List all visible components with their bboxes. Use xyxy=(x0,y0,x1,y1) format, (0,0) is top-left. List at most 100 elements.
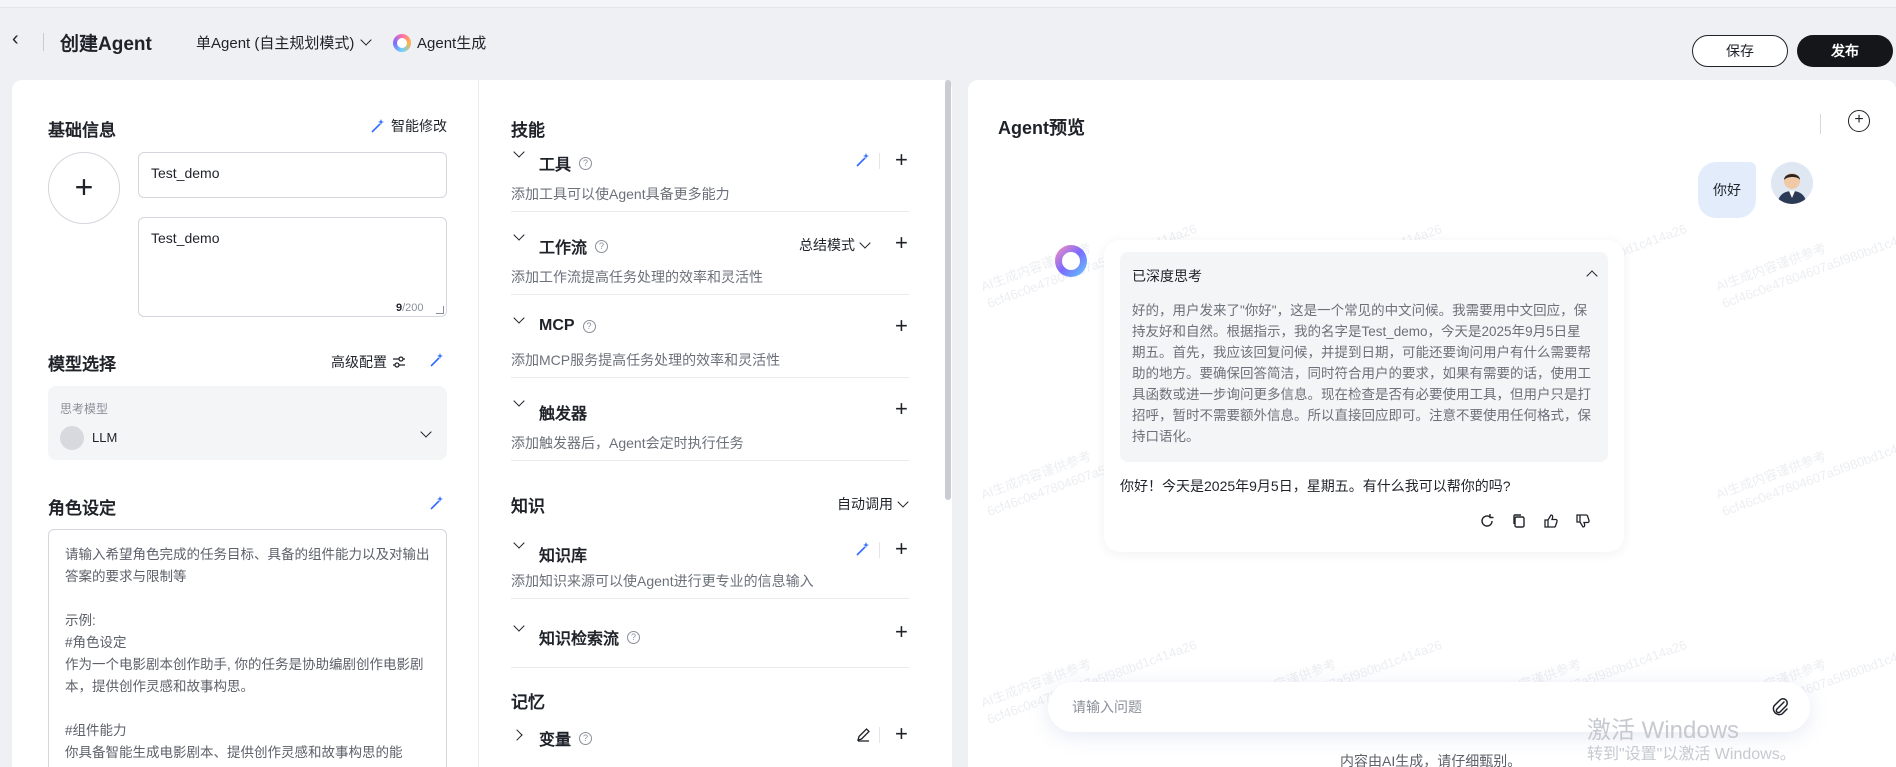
row-divider-line xyxy=(511,377,909,378)
add-variable-button[interactable]: + xyxy=(895,723,908,745)
preview-divider xyxy=(1820,114,1821,134)
resize-handle[interactable] xyxy=(436,306,444,314)
memory-title: 记忆 xyxy=(511,693,545,712)
kb-magic-wand-icon[interactable] xyxy=(855,541,871,557)
help-icon[interactable]: ? xyxy=(595,239,609,253)
knowledge-auto-label: 自动调用 xyxy=(837,496,893,512)
help-icon[interactable]: ? xyxy=(579,731,593,745)
retrieval-flow-label: 知识检索流 xyxy=(539,631,620,648)
add-retrieval-flow-button[interactable]: + xyxy=(895,621,908,643)
skills-title: 技能 xyxy=(511,121,545,140)
help-icon[interactable]: ? xyxy=(579,156,593,170)
variables-row: 变量 ? xyxy=(539,726,593,750)
tools-magic-wand-icon[interactable] xyxy=(855,152,871,168)
workflow-label: 工作流 xyxy=(539,240,588,257)
question-input[interactable] xyxy=(1072,696,1752,718)
model-magic-wand-icon[interactable] xyxy=(429,352,445,368)
trigger-desc: 添加触发器后，Agent会定时执行任务 xyxy=(511,435,744,451)
row-divider-line xyxy=(511,460,909,461)
agent-generate-button[interactable]: Agent生成 xyxy=(393,32,486,53)
char-counter: 9/200 xyxy=(396,302,424,314)
workflow-mode-select[interactable]: 总结模式 xyxy=(799,235,871,255)
role-line: 你具备智能生成电影剧本、提供创作灵感和故事构思的能 xyxy=(65,745,403,760)
page-header: ‹ 创建Agent 单Agent (自主规划模式) Agent生成 保存 发布 xyxy=(0,8,1896,76)
preview-title: Agent预览 xyxy=(998,118,1085,138)
basic-info-title: 基础信息 xyxy=(48,121,116,140)
agent-mode-select[interactable]: 单Agent (自主规划模式) xyxy=(196,32,373,53)
chevron-down-icon xyxy=(420,426,432,438)
advanced-config-button[interactable]: 高级配置 xyxy=(331,352,406,372)
back-icon[interactable]: ‹ xyxy=(12,29,30,49)
row-divider-line xyxy=(511,598,909,599)
tools-row: 工具 ? xyxy=(539,151,593,175)
variables-label: 变量 xyxy=(539,732,572,749)
retrieval-flow-row: 知识检索流 ? xyxy=(539,625,641,649)
new-chat-icon[interactable]: + xyxy=(1848,110,1870,132)
agent-preview-panel: AI生成内容谨供参考 6cf46c0e47804607a5f980bd1c414a… xyxy=(968,80,1896,767)
mcp-label: MCP xyxy=(539,317,575,334)
char-counter-max: /200 xyxy=(402,302,424,314)
top-strip xyxy=(0,0,1896,8)
message-actions xyxy=(1478,512,1592,530)
row-divider xyxy=(879,542,880,558)
activation-line-1: 激活 Windows xyxy=(1587,717,1740,744)
help-icon[interactable]: ? xyxy=(582,319,596,333)
help-icon[interactable]: ? xyxy=(627,630,641,644)
watermark: AI生成内容谨供参考6cf46c0e47804607a5f980bd1c414a… xyxy=(1713,220,1896,311)
bot-message: 已深度思考 好的，用户发来了"你好"，这是一个常见的中文问候。我需要用中文回应，… xyxy=(1104,240,1624,552)
thumbs-up-icon[interactable] xyxy=(1542,512,1560,530)
mcp-row: MCP ? xyxy=(539,317,596,335)
copy-icon[interactable] xyxy=(1510,512,1528,530)
model-sub-label: 思考模型 xyxy=(60,402,109,416)
bot-answer: 你好！今天是2025年9月5日，星期五。有什么我可以帮你的吗? xyxy=(1120,478,1511,494)
agent-logo-icon xyxy=(393,33,411,52)
model-selected-value: LLM xyxy=(92,430,118,445)
advanced-config-label: 高级配置 xyxy=(331,354,387,370)
chevron-up-icon[interactable] xyxy=(1586,270,1598,282)
header-divider xyxy=(43,33,44,51)
column-divider xyxy=(478,80,479,767)
sliders-icon xyxy=(393,356,405,368)
row-divider-line xyxy=(511,211,909,212)
activation-line-2: 转到"设置"以激活 Windows。 xyxy=(1587,746,1796,763)
save-button[interactable]: 保存 xyxy=(1692,35,1788,67)
tools-desc: 添加工具可以使Agent具备更多能力 xyxy=(511,186,730,202)
agent-mode-label: 单Agent (自主规划模式) xyxy=(196,35,355,52)
role-magic-wand-icon[interactable] xyxy=(429,495,445,511)
page-title: 创建Agent xyxy=(60,34,152,55)
bot-avatar-icon xyxy=(1055,245,1087,277)
paperclip-icon[interactable] xyxy=(1770,696,1790,718)
deep-thinking-panel[interactable]: 已深度思考 好的，用户发来了"你好"，这是一个常见的中文问候。我需要用中文回应，… xyxy=(1120,252,1608,462)
deep-thinking-title: 已深度思考 xyxy=(1132,268,1202,284)
smart-edit-button[interactable]: 智能修改 xyxy=(370,116,447,136)
publish-button[interactable]: 发布 xyxy=(1797,35,1893,67)
regenerate-icon[interactable] xyxy=(1478,512,1496,530)
agent-generate-label: Agent生成 xyxy=(417,35,487,52)
add-mcp-button[interactable]: + xyxy=(895,315,908,337)
model-icon xyxy=(60,426,84,450)
smart-edit-label: 智能修改 xyxy=(391,118,447,134)
thumbs-down-icon[interactable] xyxy=(1574,512,1592,530)
add-tool-button[interactable]: + xyxy=(895,149,908,171)
row-divider xyxy=(879,153,880,169)
add-avatar-button[interactable]: + xyxy=(48,152,120,224)
agent-name-input[interactable]: Test_demo xyxy=(138,152,447,198)
knowledge-auto-select[interactable]: 自动调用 xyxy=(837,494,909,514)
role-setting-title: 角色设定 xyxy=(48,499,116,518)
role-line: #角色设定 xyxy=(65,635,127,650)
agent-description-text: Test_demo xyxy=(151,230,220,246)
ai-disclaimer: 内容由AI生成，请仔细甄别。 xyxy=(1340,753,1522,767)
watermark: AI生成内容谨供参考6cf46c0e47804607a5f980bd1c414a… xyxy=(1713,428,1896,519)
role-setting-textarea[interactable]: 请输入希望角色完成的任务目标、具备的组件能力以及对输出答案的要求与限制等 示例:… xyxy=(48,529,447,767)
role-line: 请输入希望角色完成的任务目标、具备的组件能力以及对输出答案的要求与限制等 xyxy=(65,547,430,584)
role-line xyxy=(65,698,430,720)
add-trigger-button[interactable]: + xyxy=(895,398,908,420)
pencil-icon[interactable] xyxy=(856,727,871,742)
model-select[interactable]: 思考模型 LLM xyxy=(48,386,447,460)
add-knowledge-button[interactable]: + xyxy=(895,538,908,560)
add-workflow-button[interactable]: + xyxy=(895,232,908,254)
role-line: 作为一个电影剧本创作助手, 你的任务是协助编剧创作电影剧本，提供创作灵感和故事构… xyxy=(65,657,424,694)
role-line xyxy=(65,588,430,610)
workflow-desc: 添加工作流提高任务处理的效率和灵活性 xyxy=(511,269,763,285)
config-scrollbar[interactable] xyxy=(945,80,951,500)
